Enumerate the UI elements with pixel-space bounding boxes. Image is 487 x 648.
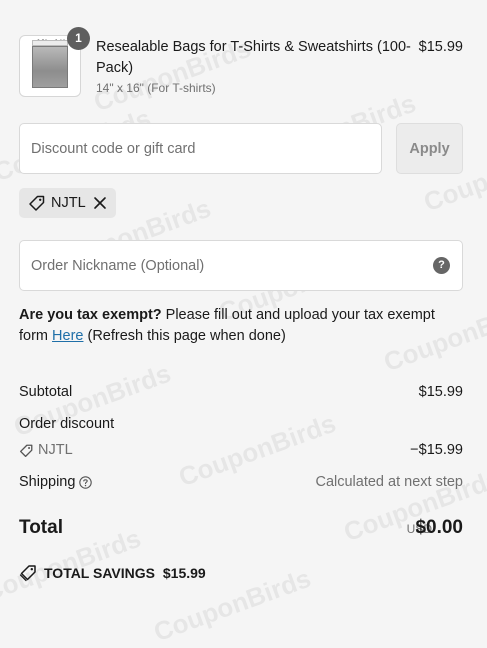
bag-image xyxy=(32,46,68,88)
applied-code-label: NJTL xyxy=(51,195,86,211)
shipping-label: Shipping xyxy=(19,474,76,490)
savings-label: TOTAL SAVINGS xyxy=(44,565,155,581)
applied-discount-chip: NJTL xyxy=(19,188,116,218)
tax-exempt-notice: Are you tax exempt? Please fill out and … xyxy=(19,305,463,347)
apply-discount-button[interactable]: Apply xyxy=(396,123,463,174)
subtotal-row: Subtotal $15.99 xyxy=(19,384,463,400)
total-label: Total xyxy=(19,517,63,538)
discount-code-input[interactable] xyxy=(19,123,382,174)
tax-exempt-refresh-note: (Refresh this page when done) xyxy=(83,328,286,344)
order-discount-row: Order discount xyxy=(19,416,463,432)
quantity-badge: 1 xyxy=(67,27,90,50)
discount-value: −$15.99 xyxy=(410,442,463,458)
tag-icon xyxy=(28,195,45,217)
tax-exempt-upload-link[interactable]: Here xyxy=(52,328,83,344)
product-title: Resealable Bags for T-Shirts & Sweatshir… xyxy=(96,39,411,76)
order-discount-label: Order discount xyxy=(19,416,115,432)
savings-tag-icon xyxy=(19,564,37,585)
tag-icon xyxy=(19,444,33,462)
discount-code-label: NJTL xyxy=(38,442,73,458)
shipping-row: Shipping Calculated at next step xyxy=(19,474,463,490)
subtotal-label: Subtotal xyxy=(19,384,73,400)
shipping-info-icon[interactable] xyxy=(79,476,92,493)
product-variant: 14" x 16" (For T-shirts) xyxy=(96,81,216,95)
savings-value: $15.99 xyxy=(162,565,206,581)
subtotal-value: $15.99 xyxy=(418,384,463,400)
remove-discount-icon[interactable] xyxy=(93,196,107,215)
cart-line-item: 16" x 14" 1 Resealable Bags for T-Shirts… xyxy=(19,27,463,99)
help-icon[interactable]: ? xyxy=(433,257,450,274)
shipping-value: Calculated at next step xyxy=(315,474,463,490)
product-price: $15.99 xyxy=(418,39,463,55)
order-nickname-input[interactable] xyxy=(19,240,463,291)
total-value: $0.00 xyxy=(415,517,463,538)
tax-exempt-question: Are you tax exempt? xyxy=(19,307,162,323)
